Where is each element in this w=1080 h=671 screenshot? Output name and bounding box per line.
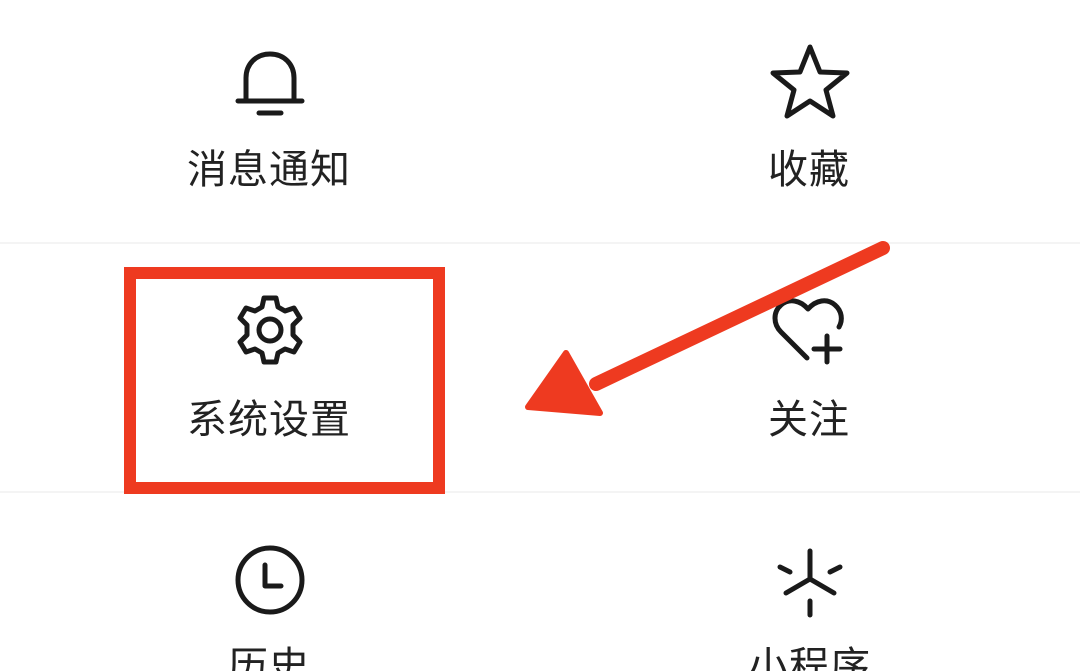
clock-icon (232, 542, 308, 618)
menu-item-notifications[interactable]: 消息通知 (0, 0, 540, 242)
menu-item-follow[interactable]: 关注 (540, 244, 1080, 491)
menu-item-mini-programs[interactable]: 小程序 (540, 493, 1080, 671)
menu-screen: 消息通知 收藏 系统设置 关注 历史 小程序 (0, 0, 1080, 671)
menu-item-label: 小程序 (748, 644, 871, 671)
menu-item-favorites[interactable]: 收藏 (540, 0, 1080, 242)
menu-item-label: 系统设置 (187, 397, 351, 443)
heart-plus-icon (771, 294, 853, 370)
menu-item-label: 收藏 (768, 147, 850, 193)
menu-item-system-settings[interactable]: 系统设置 (0, 244, 540, 491)
bell-icon (232, 44, 308, 120)
gear-icon (232, 292, 308, 368)
mini-program-icon (770, 543, 850, 619)
star-icon (769, 42, 851, 122)
menu-item-label: 消息通知 (187, 147, 351, 193)
menu-item-label: 历史 (228, 644, 310, 671)
menu-item-history[interactable]: 历史 (0, 493, 540, 671)
menu-item-label: 关注 (768, 397, 850, 443)
